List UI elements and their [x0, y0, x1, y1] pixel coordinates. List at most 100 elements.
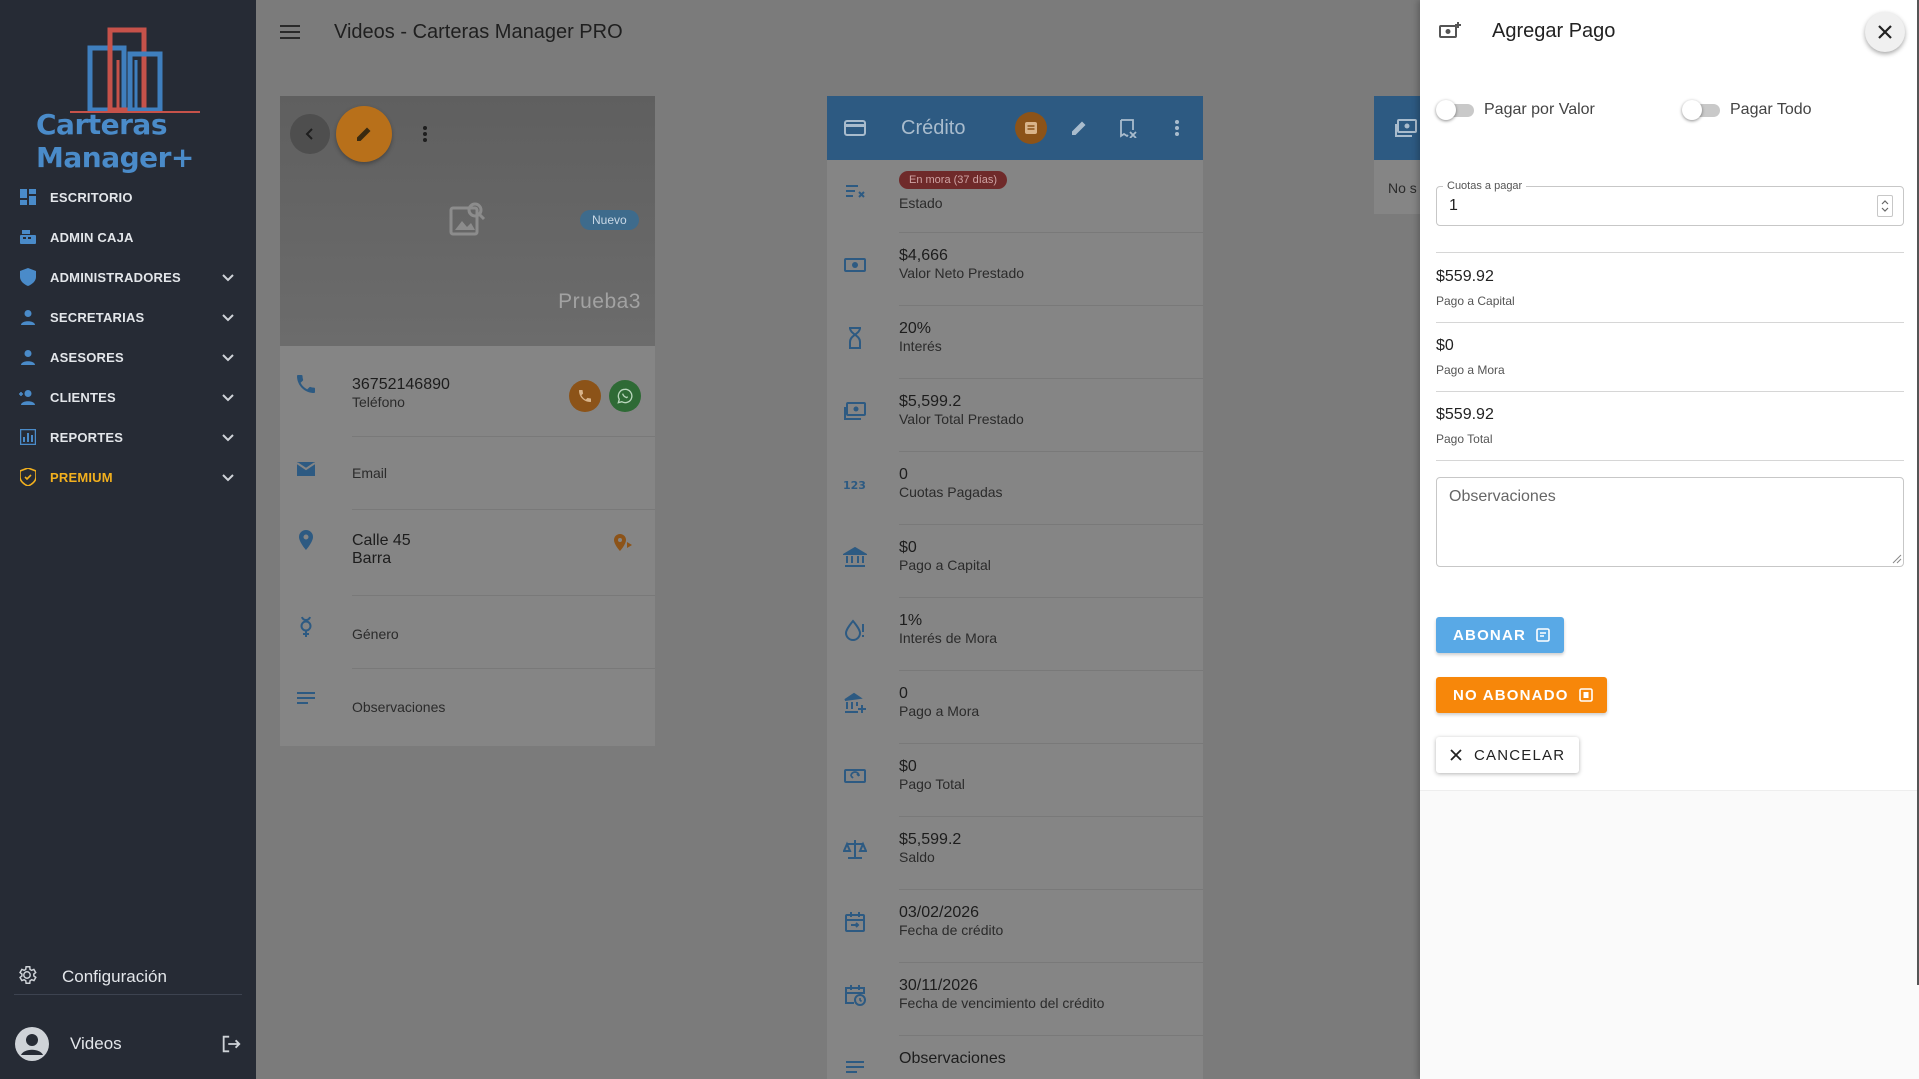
close-button[interactable]: [1865, 12, 1905, 52]
credit-status-button[interactable]: [1015, 112, 1047, 144]
credit-row-label: Valor Neto Prestado: [899, 265, 1025, 281]
user-profile: Videos: [14, 1021, 242, 1067]
credit-row-label: Interés de Mora: [899, 630, 998, 646]
status-badge: En mora (37 días): [899, 171, 1008, 189]
more-vertical-icon: [1175, 120, 1179, 136]
close-icon: [1450, 749, 1462, 761]
payment-capital-label: Pago a Capital: [1436, 294, 1515, 308]
sidebar-item-secretarias[interactable]: SECRETARIAS: [0, 297, 256, 337]
configuration-label: Configuración: [62, 967, 167, 986]
credit-title: Crédito: [901, 116, 966, 139]
pay-by-value-toggle[interactable]: Pagar por Valor: [1436, 100, 1595, 120]
toggle-switch[interactable]: [1682, 100, 1720, 120]
quotas-to-pay-label: Cuotas a pagar: [1443, 180, 1527, 192]
quantity-stepper[interactable]: [1877, 195, 1893, 217]
gender-icon: [300, 616, 312, 637]
observations-textarea[interactable]: [1436, 477, 1904, 567]
credit-row-label: Valor Total Prestado: [899, 411, 1024, 427]
logo-text: Carteras Manager+: [36, 108, 194, 174]
payment-mora: $0 Pago a Mora: [1436, 337, 1505, 377]
person-icon: [18, 307, 38, 327]
abonar-button[interactable]: ABONAR: [1436, 617, 1565, 653]
sidebar-item-administradores[interactable]: ADMINISTRADORES: [0, 257, 256, 297]
user-name: Videos: [70, 1034, 122, 1053]
notes-icon: [846, 1061, 864, 1073]
bar-chart-icon: [18, 427, 38, 447]
svg-text:123: 123: [843, 479, 866, 492]
sidebar-item-asesores[interactable]: ASESORES: [0, 337, 256, 377]
divider: [1436, 460, 1904, 461]
client-address-line1: Calle 45: [352, 532, 411, 549]
no-abonado-button[interactable]: NO ABONADO: [1436, 677, 1607, 713]
edit-client-button[interactable]: [336, 106, 392, 162]
quotas-to-pay-field: Cuotas a pagar: [1436, 180, 1904, 226]
edit-credit-button[interactable]: [1063, 112, 1095, 144]
chevron-down-icon: [222, 314, 234, 322]
sidebar-item-label: ESCRITORIO: [50, 189, 133, 205]
client-hero: Nuevo Prueba3: [280, 96, 655, 346]
credit-card-icon: [844, 120, 866, 136]
credit-row-label: Cuotas Pagadas: [899, 484, 1003, 500]
hamburger-menu-icon[interactable]: [276, 18, 304, 46]
call-button[interactable]: [569, 380, 601, 412]
client-gender-row: Género: [280, 596, 655, 669]
chevron-left-icon: [305, 128, 313, 140]
pay-all-toggle[interactable]: Pagar Todo: [1682, 100, 1812, 120]
sidebar-item-admin-caja[interactable]: ADMIN CAJA: [0, 217, 256, 257]
sidebar-item-premium[interactable]: PREMIUM: [0, 457, 256, 497]
receipt-remove-icon: [1120, 119, 1137, 138]
credit-row-valor-neto: $4,666 Valor Neto Prestado: [827, 233, 1203, 306]
configuration-link[interactable]: Configuración: [0, 955, 256, 999]
divider: [1436, 322, 1904, 323]
chevron-down-icon: [222, 274, 234, 282]
whatsapp-button[interactable]: [609, 380, 641, 412]
pay-all-label: Pagar Todo: [1730, 101, 1812, 118]
credit-row-observaciones: Observaciones: [827, 1036, 1203, 1079]
sidebar-item-reportes[interactable]: REPORTES: [0, 417, 256, 457]
credit-row-value: 1%: [899, 612, 923, 629]
client-card: Nuevo Prueba3 36752146890 Teléfono Email…: [280, 96, 655, 746]
add-payment-drawer: Agregar Pago Pagar por Valor Pagar Todo …: [1420, 0, 1919, 1079]
abonar-label: ABONAR: [1453, 626, 1527, 644]
resize-handle-icon[interactable]: [1890, 552, 1902, 564]
credit-row-interes: 20% Interés: [827, 306, 1203, 379]
cancel-button[interactable]: CANCELAR: [1436, 737, 1580, 773]
credit-row-fecha-vencimiento: 30/11/2026 Fecha de vencimiento del crédi…: [827, 963, 1203, 1036]
avatar[interactable]: [14, 1026, 50, 1062]
credit-row-label: Pago a Capital: [899, 557, 991, 573]
credit-row-pago-capital: $0 Pago a Capital: [827, 525, 1203, 598]
credit-row-value: 30/11/2026: [899, 977, 978, 994]
credit-row-interes-mora: 1% Interés de Mora: [827, 598, 1203, 671]
pay-by-value-label: Pagar por Valor: [1484, 101, 1595, 118]
scale-icon: [843, 840, 867, 859]
credit-row-label: Pago a Mora: [899, 703, 980, 719]
alert-drop-icon: [844, 619, 864, 641]
more-options-button[interactable]: [410, 118, 440, 150]
delete-receipt-button[interactable]: [1112, 112, 1144, 144]
payment-capital-value: $559.92: [1436, 268, 1494, 285]
sidebar-item-label: CLIENTES: [50, 389, 116, 405]
back-button[interactable]: [290, 114, 330, 154]
credit-row-value: 0: [899, 685, 908, 702]
credit-row-label: Saldo: [899, 849, 935, 865]
credit-row-label: Fecha de vencimiento del crédito: [899, 995, 1105, 1011]
credit-row-valor-total: $5,599.2 Valor Total Prestado: [827, 379, 1203, 452]
credit-row-pago-total: $0 Pago Total: [827, 744, 1203, 817]
toggle-switch[interactable]: [1436, 100, 1474, 120]
sidebar-nav: ESCRITORIO ADMIN CAJA ADMINISTRADORES SE…: [0, 177, 256, 497]
quotas-to-pay-input[interactable]: [1449, 197, 1849, 215]
sidebar-item-clientes[interactable]: CLIENTES: [0, 377, 256, 417]
cash-icon: [844, 402, 866, 420]
photo-placeholder-icon[interactable]: [448, 200, 486, 243]
credit-more-button[interactable]: [1161, 112, 1193, 144]
money-icon: [844, 258, 866, 272]
credit-card: Crédito En mora (37 días) Estado $4,666 V…: [827, 96, 1203, 1079]
logout-icon[interactable]: [220, 1033, 242, 1055]
numbers-icon: 123: [843, 479, 866, 492]
client-address-row: Calle 45 Barra: [280, 510, 655, 596]
navigate-location-icon[interactable]: [610, 532, 634, 556]
payment-capital: $559.92 Pago a Capital: [1436, 268, 1515, 308]
client-gender-label: Género: [352, 626, 399, 642]
drawer-empty-area: [1420, 790, 1919, 1079]
sidebar-item-escritorio[interactable]: ESCRITORIO: [0, 177, 256, 217]
